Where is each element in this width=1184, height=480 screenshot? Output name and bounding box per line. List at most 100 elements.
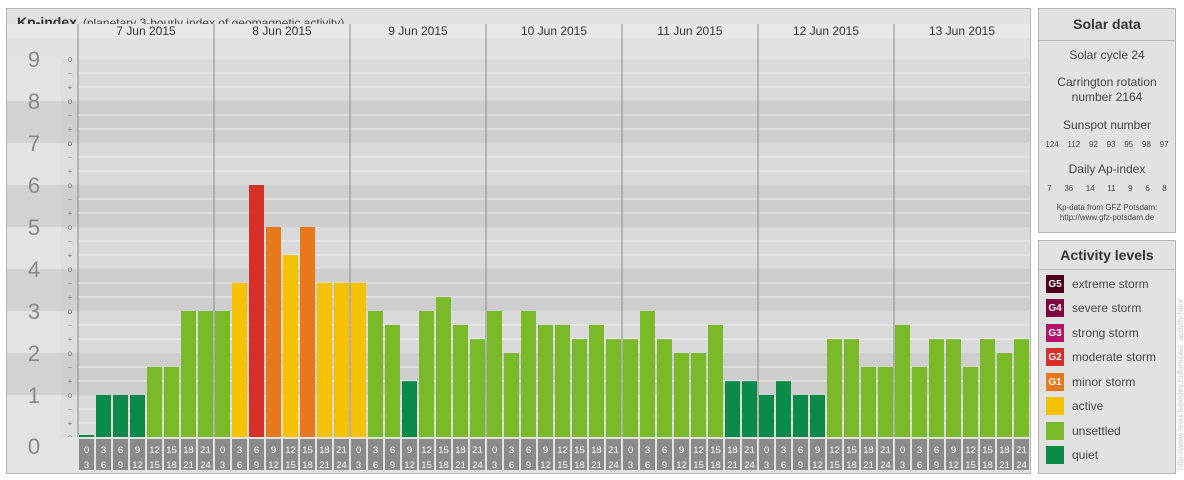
interval-end-label: 18 <box>710 460 721 471</box>
interval-start-label: 9 <box>543 445 548 456</box>
solar-cycle: Solar cycle 24 <box>1069 48 1145 62</box>
y-tick-label: 2 <box>28 341 40 366</box>
ap-value: 9 <box>1128 184 1133 193</box>
kp-bar <box>963 366 978 437</box>
interval-start-label: 18 <box>863 445 874 456</box>
kp-bar <box>589 324 604 437</box>
kp-bar <box>402 381 417 437</box>
sunspot-value: 93 <box>1106 140 1116 149</box>
interval-end-label: 12 <box>540 460 551 471</box>
interval-start-label: 6 <box>254 445 259 456</box>
day-label: 10 Jun 2015 <box>521 24 587 38</box>
interval-start-label: 15 <box>166 445 177 456</box>
sub-tick-label: o <box>68 349 73 358</box>
interval-end-label: 21 <box>999 460 1010 471</box>
interval-end-label: 24 <box>200 460 211 471</box>
kp-bar <box>334 282 349 437</box>
day-label: 9 Jun 2015 <box>388 24 448 38</box>
kp-bar <box>793 395 808 437</box>
day-label: 8 Jun 2015 <box>252 24 312 38</box>
kp-bar <box>351 282 366 437</box>
sub-tick-label: + <box>68 377 73 386</box>
interval-start-label: 15 <box>982 445 993 456</box>
day-label: 13 Jun 2015 <box>929 24 995 38</box>
kp-bar <box>181 311 196 437</box>
interval-end-label: 24 <box>336 460 347 471</box>
kp-bar <box>640 311 655 437</box>
sub-tick-label: − <box>68 279 73 288</box>
sunspot-value: 112 <box>1067 140 1081 149</box>
data-source-link[interactable]: http://www.gfz-potsdam.de <box>1039 213 1175 223</box>
axis-header-strip <box>7 24 78 38</box>
y-tick-label: 6 <box>28 173 40 198</box>
kp-bar <box>283 255 298 437</box>
sub-tick-label: − <box>68 195 73 204</box>
y-tick-label: 1 <box>28 383 40 408</box>
kp-chart-panel: Kp-index (planetary 3-hourly index of geo… <box>6 8 1031 474</box>
interval-end-label: 15 <box>285 460 296 471</box>
kp-bar <box>980 339 995 437</box>
interval-end-label: 9 <box>662 460 667 471</box>
kp-bar-chart: 0123456789o+o−+o−+o−+o−+o−+o−+o−+o−+o−7 … <box>7 24 1030 472</box>
carrington-line-2: number 2164 <box>1071 90 1143 104</box>
sub-axis-band <box>61 227 78 269</box>
kp-bar <box>317 282 332 437</box>
interval-start-label: 3 <box>101 445 106 456</box>
kp-bar <box>555 324 570 437</box>
interval-start-label: 6 <box>798 445 803 456</box>
y-tick-label: 5 <box>28 215 40 240</box>
interval-start-label: 21 <box>472 445 483 456</box>
sunspot-values: 124 112 92 93 95 98 97 <box>1039 140 1175 149</box>
interval-start-label: 6 <box>118 445 123 456</box>
kp-band <box>78 101 1030 143</box>
legend-swatch: G5 <box>1046 275 1064 293</box>
interval-end-label: 6 <box>917 460 922 471</box>
sub-tick-label: o <box>68 265 73 274</box>
legend-item-minor-storm: G1 minor storm <box>1046 372 1135 392</box>
interval-start-label: 9 <box>407 445 412 456</box>
legend-swatch: G4 <box>1046 299 1064 317</box>
carrington-line-1: Carrington rotation <box>1057 75 1157 89</box>
sub-axis-band <box>61 269 78 311</box>
sub-axis-band <box>61 101 78 143</box>
legend-item-unsettled: unsettled <box>1046 421 1121 441</box>
interval-start-label: 3 <box>645 445 650 456</box>
interval-end-label: 18 <box>302 460 313 471</box>
sub-tick-label: − <box>68 363 73 372</box>
interval-start-label: 21 <box>880 445 891 456</box>
kp-bar <box>742 381 757 437</box>
sub-axis-band <box>61 185 78 227</box>
ap-value: 6 <box>1145 184 1150 193</box>
kp-bar <box>96 395 111 437</box>
kp-bar <box>79 435 94 437</box>
interval-start-label: 6 <box>662 445 667 456</box>
interval-start-label: 6 <box>526 445 531 456</box>
interval-start-label: 18 <box>999 445 1010 456</box>
interval-start-label: 12 <box>285 445 296 456</box>
ap-values: 7 36 14 11 9 6 8 <box>1039 184 1175 193</box>
interval-end-label: 12 <box>948 460 959 471</box>
kp-bar <box>708 324 723 437</box>
interval-end-label: 12 <box>132 460 143 471</box>
solar-data-panel: Solar data Solar cycle 24 Carrington rot… <box>1038 8 1176 233</box>
interval-start-label: 21 <box>744 445 755 456</box>
kp-bar <box>130 395 145 437</box>
interval-end-label: 18 <box>846 460 857 471</box>
interval-end-label: 24 <box>1016 460 1027 471</box>
sub-axis-band <box>61 353 78 395</box>
interval-end-label: 9 <box>526 460 531 471</box>
kp-bar <box>691 353 706 437</box>
sub-tick-label: o <box>68 139 73 148</box>
kp-bar <box>504 353 519 437</box>
interval-start-label: 15 <box>710 445 721 456</box>
interval-start-label: 21 <box>200 445 211 456</box>
interval-end-label: 6 <box>237 460 242 471</box>
sub-tick-label: + <box>68 209 73 218</box>
kp-bar <box>538 324 553 437</box>
sub-tick-label: o <box>68 307 73 316</box>
sub-tick-label: + <box>68 293 73 302</box>
interval-end-label: 3 <box>492 460 497 471</box>
interval-end-label: 24 <box>880 460 891 471</box>
kp-bar <box>895 324 910 437</box>
sub-tick-label: + <box>68 419 73 428</box>
